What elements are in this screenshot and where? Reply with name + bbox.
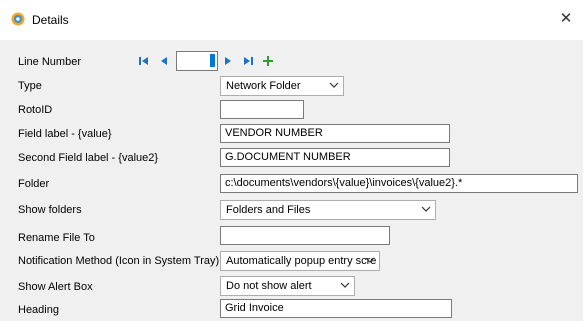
show-alert-box-label: Show Alert Box — [18, 281, 93, 293]
rename-file-to-label: Rename File To — [18, 232, 95, 244]
notification-method-value: Automatically popup entry scre — [226, 255, 377, 267]
folder-input[interactable]: c:\documents\vendors\{value}\invoices\{v… — [220, 174, 578, 193]
type-dropdown[interactable]: Network Folder — [220, 76, 344, 96]
field-label-input[interactable]: VENDOR NUMBER — [220, 124, 450, 143]
chevron-down-icon — [329, 82, 339, 88]
second-field-label-input[interactable]: G.DOCUMENT NUMBER — [220, 148, 450, 167]
rename-file-to-input[interactable] — [220, 226, 390, 245]
show-folders-dropdown[interactable]: Folders and Files — [220, 200, 436, 220]
roto-id-input[interactable] — [220, 100, 304, 119]
chevron-down-icon — [365, 257, 375, 263]
heading-input[interactable]: Grid Invoice — [220, 299, 452, 318]
line-number-input[interactable] — [176, 51, 218, 71]
text-selection — [210, 54, 215, 67]
next-record-icon[interactable] — [222, 55, 234, 67]
chevron-down-icon — [421, 206, 431, 212]
last-record-icon[interactable] — [242, 55, 254, 67]
add-record-icon[interactable] — [262, 55, 274, 67]
notification-method-label: Notification Method (Icon in System Tray… — [18, 255, 220, 267]
heading-label: Heading — [18, 304, 59, 316]
field-label-label: Field label - {value} — [18, 128, 112, 140]
show-alert-box-value: Do not show alert — [226, 280, 312, 292]
type-value: Network Folder — [226, 80, 301, 92]
title-bar: Details ✕ — [0, 0, 583, 40]
window-title: Details — [32, 13, 69, 27]
notification-method-dropdown[interactable]: Automatically popup entry scre — [220, 251, 380, 271]
type-label: Type — [18, 80, 42, 92]
show-folders-value: Folders and Files — [226, 204, 311, 216]
second-field-label-label: Second Field label - {value2} — [18, 152, 159, 164]
gear-icon — [11, 12, 25, 26]
roto-id-label: RotoID — [18, 104, 53, 116]
first-record-icon[interactable] — [138, 55, 150, 67]
folder-label: Folder — [18, 178, 50, 190]
line-number-label: Line Number — [18, 56, 81, 68]
chevron-down-icon — [340, 282, 350, 288]
show-folders-label: Show folders — [18, 204, 82, 216]
previous-record-icon[interactable] — [158, 55, 170, 67]
close-icon[interactable]: ✕ — [556, 9, 576, 29]
show-alert-box-dropdown[interactable]: Do not show alert — [220, 276, 355, 296]
